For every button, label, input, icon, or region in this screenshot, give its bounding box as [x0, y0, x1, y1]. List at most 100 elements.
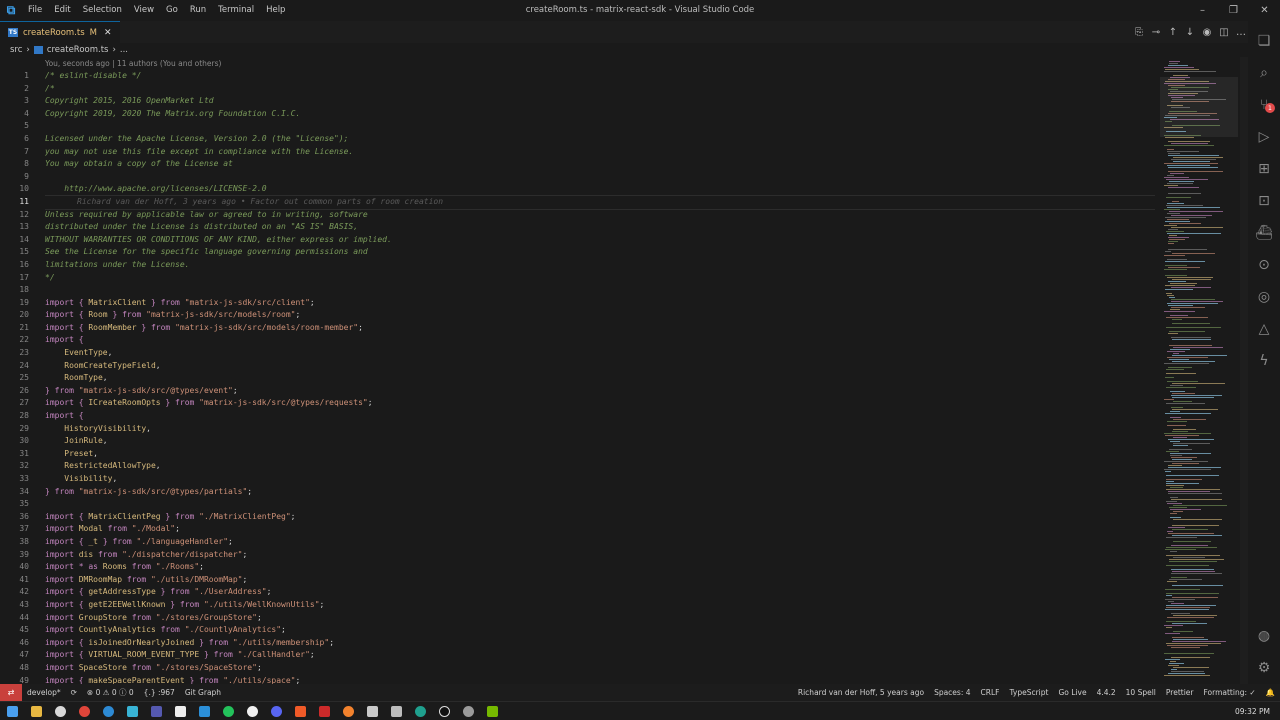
- code-line[interactable]: import { _t } from "./languageHandler";: [45, 536, 1155, 549]
- code-line[interactable]: WITHOUT WARRANTIES OR CONDITIONS OF ANY …: [45, 234, 1155, 247]
- menu-item-selection[interactable]: Selection: [77, 0, 128, 21]
- accounts-icon[interactable]: ◍: [1248, 620, 1280, 652]
- taskbar-app-icon[interactable]: [96, 702, 120, 720]
- more-actions-icon[interactable]: …: [1236, 27, 1246, 38]
- menu-item-terminal[interactable]: Terminal: [212, 0, 260, 21]
- menu-item-file[interactable]: File: [22, 0, 48, 21]
- breadcrumb-symbol[interactable]: ...: [120, 45, 128, 55]
- minimize-icon[interactable]: –: [1187, 0, 1218, 21]
- spotify-icon[interactable]: [216, 702, 240, 720]
- code-line[interactable]: import * as Rooms from "./Rooms";: [45, 561, 1155, 574]
- code-line[interactable]: /* eslint-disable */: [45, 70, 1155, 83]
- code-line[interactable]: Licensed under the Apache License, Versi…: [45, 133, 1155, 146]
- code-line[interactable]: limitations under the License.: [45, 259, 1155, 272]
- chrome-icon[interactable]: [72, 702, 96, 720]
- indentation[interactable]: Spaces: 4: [929, 688, 975, 697]
- code-line[interactable]: JoinRule,: [45, 435, 1155, 448]
- code-line[interactable]: /*: [45, 83, 1155, 96]
- code-line[interactable]: You may obtain a copy of the License at: [45, 158, 1155, 171]
- taskbar-app-icon[interactable]: [312, 702, 336, 720]
- git-branch[interactable]: develop*: [22, 688, 66, 697]
- taskbar-app-icon[interactable]: [432, 702, 456, 720]
- toggle-blame-icon[interactable]: ◉: [1202, 27, 1212, 38]
- brave-icon[interactable]: [288, 702, 312, 720]
- taskbar-app-icon[interactable]: [360, 702, 384, 720]
- menu-item-view[interactable]: View: [128, 0, 160, 21]
- edge-icon[interactable]: [408, 702, 432, 720]
- code-line[interactable]: [45, 171, 1155, 184]
- lightning-icon[interactable]: ϟ: [1248, 345, 1280, 377]
- remote-explorer-icon[interactable]: ⊡: [1248, 185, 1280, 217]
- notifications-icon[interactable]: 🔔: [1261, 688, 1280, 697]
- code-line[interactable]: import {: [45, 410, 1155, 423]
- menu-item-go[interactable]: Go: [160, 0, 184, 21]
- go-live-button[interactable]: Go Live: [1053, 688, 1091, 697]
- code-line[interactable]: RoomCreateTypeField,: [45, 360, 1155, 373]
- open-changes-icon[interactable]: ⎘: [1134, 27, 1144, 38]
- formatting-status[interactable]: Formatting: ✓: [1198, 688, 1260, 697]
- search-icon[interactable]: ⌕: [1248, 57, 1280, 89]
- menu-item-help[interactable]: Help: [260, 0, 291, 21]
- code-line[interactable]: Richard van der Hoff, 3 years ago • Fact…: [45, 194, 1155, 210]
- code-line[interactable]: import DMRoomMap from "./utils/DMRoomMap…: [45, 574, 1155, 587]
- code-line[interactable]: import { RoomMember } from "matrix-js-sd…: [45, 322, 1155, 335]
- sync-icon[interactable]: ⟳: [66, 688, 82, 697]
- restore-icon[interactable]: ❐: [1218, 0, 1249, 21]
- code-line[interactable]: import Modal from "./Modal";: [45, 523, 1155, 536]
- next-change-icon[interactable]: ↓: [1185, 27, 1195, 38]
- code-line[interactable]: Copyright 2019, 2020 The Matrix.org Foun…: [45, 108, 1155, 121]
- code-line[interactable]: import { isJoinedOrNearlyJoined } from "…: [45, 637, 1155, 650]
- discord-icon[interactable]: [264, 702, 288, 720]
- split-editor-icon[interactable]: ◫: [1219, 27, 1229, 38]
- code-line[interactable]: RoomType,: [45, 372, 1155, 385]
- menu-item-edit[interactable]: Edit: [48, 0, 76, 21]
- code-line[interactable]: Unless required by applicable law or agr…: [45, 209, 1155, 222]
- taskbar-app-icon[interactable]: [240, 702, 264, 720]
- vertical-scrollbar[interactable]: [1240, 57, 1248, 684]
- code-line[interactable]: import { MatrixClientPeg } from "./Matri…: [45, 511, 1155, 524]
- spell-check[interactable]: 10 Spell: [1121, 688, 1161, 697]
- symbol-position[interactable]: {.} :967: [139, 688, 180, 697]
- code-line[interactable]: distributed under the License is distrib…: [45, 221, 1155, 234]
- code-editor[interactable]: /* eslint-disable *//* Copyright 2015, 20…: [45, 70, 1155, 684]
- code-line[interactable]: Preset,: [45, 448, 1155, 461]
- git-commit-icon[interactable]: ⊸: [1151, 27, 1161, 38]
- file-explorer-icon[interactable]: [24, 702, 48, 720]
- nvidia-icon[interactable]: [480, 702, 504, 720]
- code-line[interactable]: } from "matrix-js-sdk/src/@types/partial…: [45, 486, 1155, 499]
- manage-gear-icon[interactable]: ⚙: [1248, 652, 1280, 684]
- docker-icon[interactable]: ⛴: [1248, 217, 1280, 249]
- code-line[interactable]: */: [45, 272, 1155, 285]
- code-line[interactable]: Visibility,: [45, 473, 1155, 486]
- close-tab-icon[interactable]: ✕: [104, 28, 112, 38]
- firefox-icon[interactable]: [336, 702, 360, 720]
- vscode-taskbar-icon[interactable]: [192, 702, 216, 720]
- remote-indicator-icon[interactable]: ⇄: [0, 684, 22, 701]
- code-line[interactable]: import { MatrixClient } from "matrix-js-…: [45, 297, 1155, 310]
- problems-count[interactable]: ⊗ 0 ⚠ 0 ⓘ 0: [82, 687, 139, 698]
- taskbar-app-icon[interactable]: [48, 702, 72, 720]
- breadcrumb-folder[interactable]: src: [10, 45, 22, 55]
- taskbar-app-icon[interactable]: [384, 702, 408, 720]
- code-line[interactable]: import { getE2EEWellKnown } from "./util…: [45, 599, 1155, 612]
- prettier-status[interactable]: Prettier: [1161, 688, 1199, 697]
- tab-createroom[interactable]: TS createRoom.ts M ✕: [0, 21, 120, 43]
- close-icon[interactable]: ✕: [1249, 0, 1280, 21]
- code-line[interactable]: RestrictedAllowType,: [45, 460, 1155, 473]
- code-line[interactable]: import { Room } from "matrix-js-sdk/src/…: [45, 309, 1155, 322]
- previous-change-icon[interactable]: ↑: [1168, 27, 1178, 38]
- windows-start-icon[interactable]: [0, 702, 24, 720]
- blame-status[interactable]: Richard van der Hoff, 5 years ago: [793, 688, 929, 697]
- run-debug-icon[interactable]: ▷: [1248, 121, 1280, 153]
- code-line[interactable]: import { getAddressType } from "./UserAd…: [45, 586, 1155, 599]
- code-line[interactable]: EventType,: [45, 347, 1155, 360]
- code-line[interactable]: import {: [45, 334, 1155, 347]
- azure-icon[interactable]: △: [1248, 313, 1280, 345]
- code-line[interactable]: See the License for the specific languag…: [45, 246, 1155, 259]
- breadcrumb-file[interactable]: createRoom.ts: [47, 45, 109, 55]
- ts-version[interactable]: 4.4.2: [1092, 688, 1121, 697]
- taskbar-app-icon[interactable]: [120, 702, 144, 720]
- code-line[interactable]: import GroupStore from "./stores/GroupSt…: [45, 612, 1155, 625]
- code-line[interactable]: import { ICreateRoomOpts } from "matrix-…: [45, 397, 1155, 410]
- code-line[interactable]: } from "matrix-js-sdk/src/@types/event";: [45, 385, 1155, 398]
